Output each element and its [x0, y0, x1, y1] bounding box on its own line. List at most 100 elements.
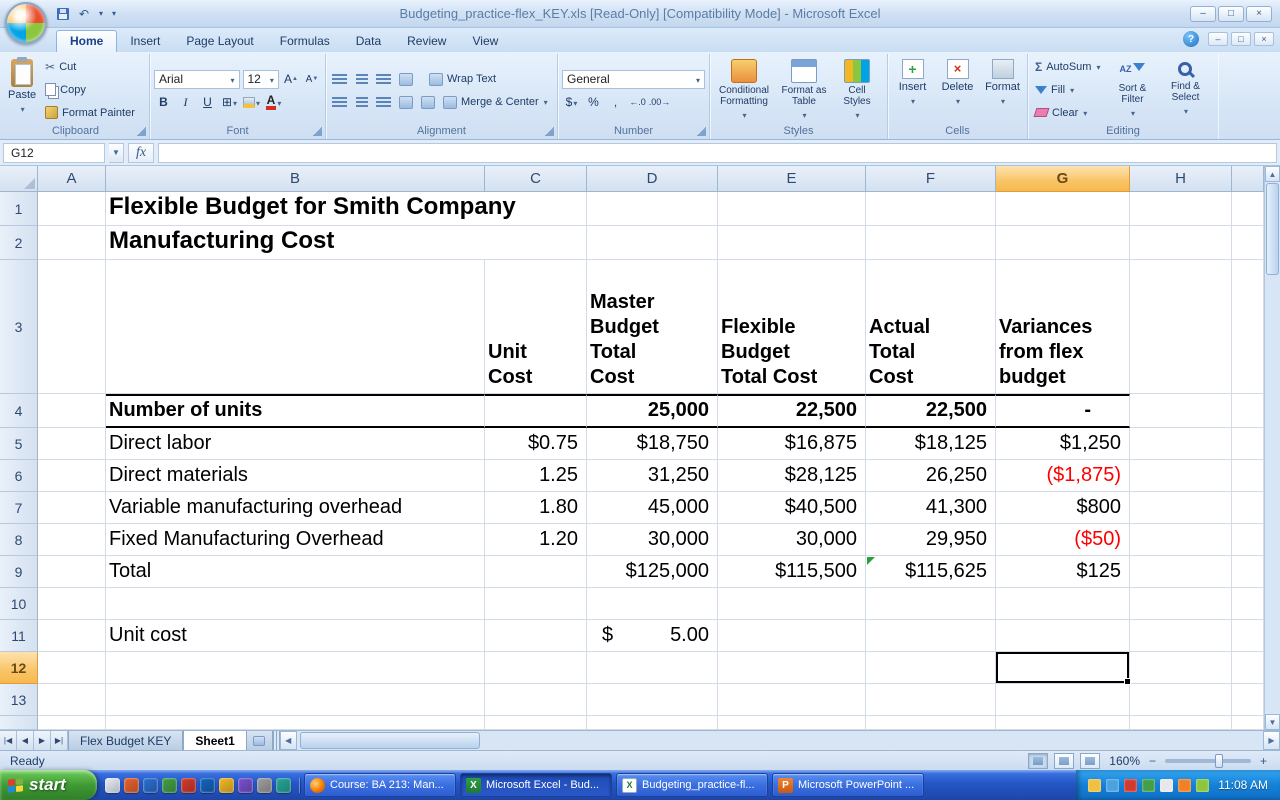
cell-H7[interactable]: [1130, 492, 1232, 524]
comma-style-button[interactable]: ,: [606, 93, 625, 112]
horizontal-scroll-thumb[interactable]: [299, 732, 480, 749]
decrease-indent-button[interactable]: [396, 93, 415, 112]
cell-x2[interactable]: [1232, 226, 1264, 260]
fill-button[interactable]: Fill: [1032, 80, 1103, 99]
cell-H13[interactable]: [1130, 684, 1232, 716]
cell-F3[interactable]: Actual Total Cost: [866, 260, 996, 394]
tab-home[interactable]: Home: [56, 30, 118, 52]
cell-H3[interactable]: [1130, 260, 1232, 394]
first-sheet-button[interactable]: |◀: [0, 731, 17, 750]
cell-x10[interactable]: [1232, 588, 1264, 620]
cell-A7[interactable]: [38, 492, 106, 524]
cell-F5[interactable]: $18,125: [866, 428, 996, 460]
cell-B2[interactable]: Manufacturing Cost: [106, 226, 485, 260]
sheet-tab-sheet1[interactable]: Sheet1: [183, 731, 247, 750]
row-header-12[interactable]: 12: [0, 652, 38, 684]
delete-cells-button[interactable]: × Delete: [937, 57, 978, 109]
column-header-H[interactable]: H: [1130, 166, 1232, 192]
quick-launch-icon[interactable]: [162, 777, 177, 793]
cell-B7[interactable]: Variable manufacturing overhead: [106, 492, 485, 524]
font-dialog-launcher[interactable]: [313, 127, 322, 136]
quick-launch-icon[interactable]: [219, 777, 234, 793]
cell-C2[interactable]: [485, 226, 587, 260]
sheet-tab-flex-budget-key[interactable]: Flex Budget KEY: [68, 731, 184, 750]
merge-center-button[interactable]: Merge & Center: [440, 93, 551, 112]
cell-G13[interactable]: [996, 684, 1130, 716]
workbook-restore-button[interactable]: □: [1231, 32, 1251, 46]
quick-launch-icon[interactable]: [143, 777, 158, 793]
insert-function-button[interactable]: fx: [128, 142, 154, 163]
cell-H2[interactable]: [1130, 226, 1232, 260]
align-middle-button[interactable]: [352, 70, 371, 89]
cell-C10[interactable]: [485, 588, 587, 620]
cell-E1[interactable]: [718, 192, 866, 226]
font-size-select[interactable]: 12: [242, 69, 279, 89]
cell-G10[interactable]: [996, 588, 1130, 620]
cell-H4[interactable]: [1130, 394, 1232, 428]
decrease-decimal-button[interactable]: .00→: [649, 93, 671, 112]
taskbar-button-budgeting[interactable]: X Budgeting_practice-fl...: [616, 773, 768, 797]
autosum-button[interactable]: Σ AutoSum: [1032, 57, 1103, 76]
conditional-formatting-button[interactable]: Conditional Formatting: [714, 57, 774, 123]
percent-style-button[interactable]: %: [584, 93, 603, 112]
cell-x12[interactable]: [1232, 652, 1264, 684]
align-center-button[interactable]: [352, 93, 371, 112]
sort-filter-button[interactable]: AZ Sort & Filter: [1107, 57, 1157, 121]
cell-D1[interactable]: [587, 192, 718, 226]
column-header-B[interactable]: B: [106, 166, 485, 192]
alignment-dialog-launcher[interactable]: [545, 127, 554, 136]
cell-D3[interactable]: Master Budget Total Cost: [587, 260, 718, 394]
cell-C[interactable]: [485, 716, 587, 730]
cell-B10[interactable]: [106, 588, 485, 620]
cell-E13[interactable]: [718, 684, 866, 716]
last-sheet-button[interactable]: ▶|: [51, 731, 68, 750]
cell-E6[interactable]: $28,125: [718, 460, 866, 492]
accounting-format-button[interactable]: $: [562, 93, 581, 112]
increase-indent-button[interactable]: [418, 93, 437, 112]
row-header-7[interactable]: 7: [0, 492, 38, 524]
find-select-button[interactable]: Find & Select: [1161, 57, 1209, 119]
cell-E3[interactable]: Flexible Budget Total Cost: [718, 260, 866, 394]
zoom-slider-thumb[interactable]: [1214, 753, 1223, 768]
cell-A4[interactable]: [38, 394, 106, 428]
close-button[interactable]: ×: [1246, 5, 1272, 22]
cell-G2[interactable]: [996, 226, 1130, 260]
taskbar-button-course[interactable]: Course: BA 213: Man...: [304, 773, 456, 797]
cell-E2[interactable]: [718, 226, 866, 260]
tab-insert[interactable]: Insert: [117, 31, 173, 52]
tray-icon[interactable]: [1178, 778, 1192, 792]
cell-G1[interactable]: [996, 192, 1130, 226]
cell-D6[interactable]: 31,250: [587, 460, 718, 492]
cell-x8[interactable]: [1232, 524, 1264, 556]
cell-C3[interactable]: Unit Cost: [485, 260, 587, 394]
cell-C9[interactable]: [485, 556, 587, 588]
cell-x6[interactable]: [1232, 460, 1264, 492]
cell-E7[interactable]: $40,500: [718, 492, 866, 524]
cell-H6[interactable]: [1130, 460, 1232, 492]
cell-D[interactable]: [587, 716, 718, 730]
cell-A2[interactable]: [38, 226, 106, 260]
column-header-spacer[interactable]: [1232, 166, 1264, 192]
cell-B3[interactable]: [106, 260, 485, 394]
start-button[interactable]: start: [0, 770, 97, 800]
cell-x9[interactable]: [1232, 556, 1264, 588]
insert-worksheet-button[interactable]: [246, 731, 273, 750]
grow-font-button[interactable]: A ▲: [282, 70, 300, 89]
name-box[interactable]: G12: [3, 142, 105, 163]
restore-button[interactable]: □: [1218, 5, 1244, 22]
select-all-corner[interactable]: [0, 166, 38, 192]
align-left-button[interactable]: [330, 93, 349, 112]
undo-dropdown[interactable]: ▾: [96, 5, 106, 23]
cell-C13[interactable]: [485, 684, 587, 716]
vertical-scroll-thumb[interactable]: [1266, 183, 1279, 275]
row-header-8[interactable]: 8: [0, 524, 38, 556]
shrink-font-button[interactable]: A ▼: [303, 70, 321, 89]
horizontal-scrollbar[interactable]: ◀ ▶: [279, 731, 1280, 750]
align-right-button[interactable]: [374, 93, 393, 112]
formula-input[interactable]: [158, 142, 1277, 163]
cell-F10[interactable]: [866, 588, 996, 620]
cell-D12[interactable]: [587, 652, 718, 684]
cell-A1[interactable]: [38, 192, 106, 226]
vertical-scroll-track[interactable]: [1265, 276, 1280, 714]
cell-C11[interactable]: [485, 620, 587, 652]
